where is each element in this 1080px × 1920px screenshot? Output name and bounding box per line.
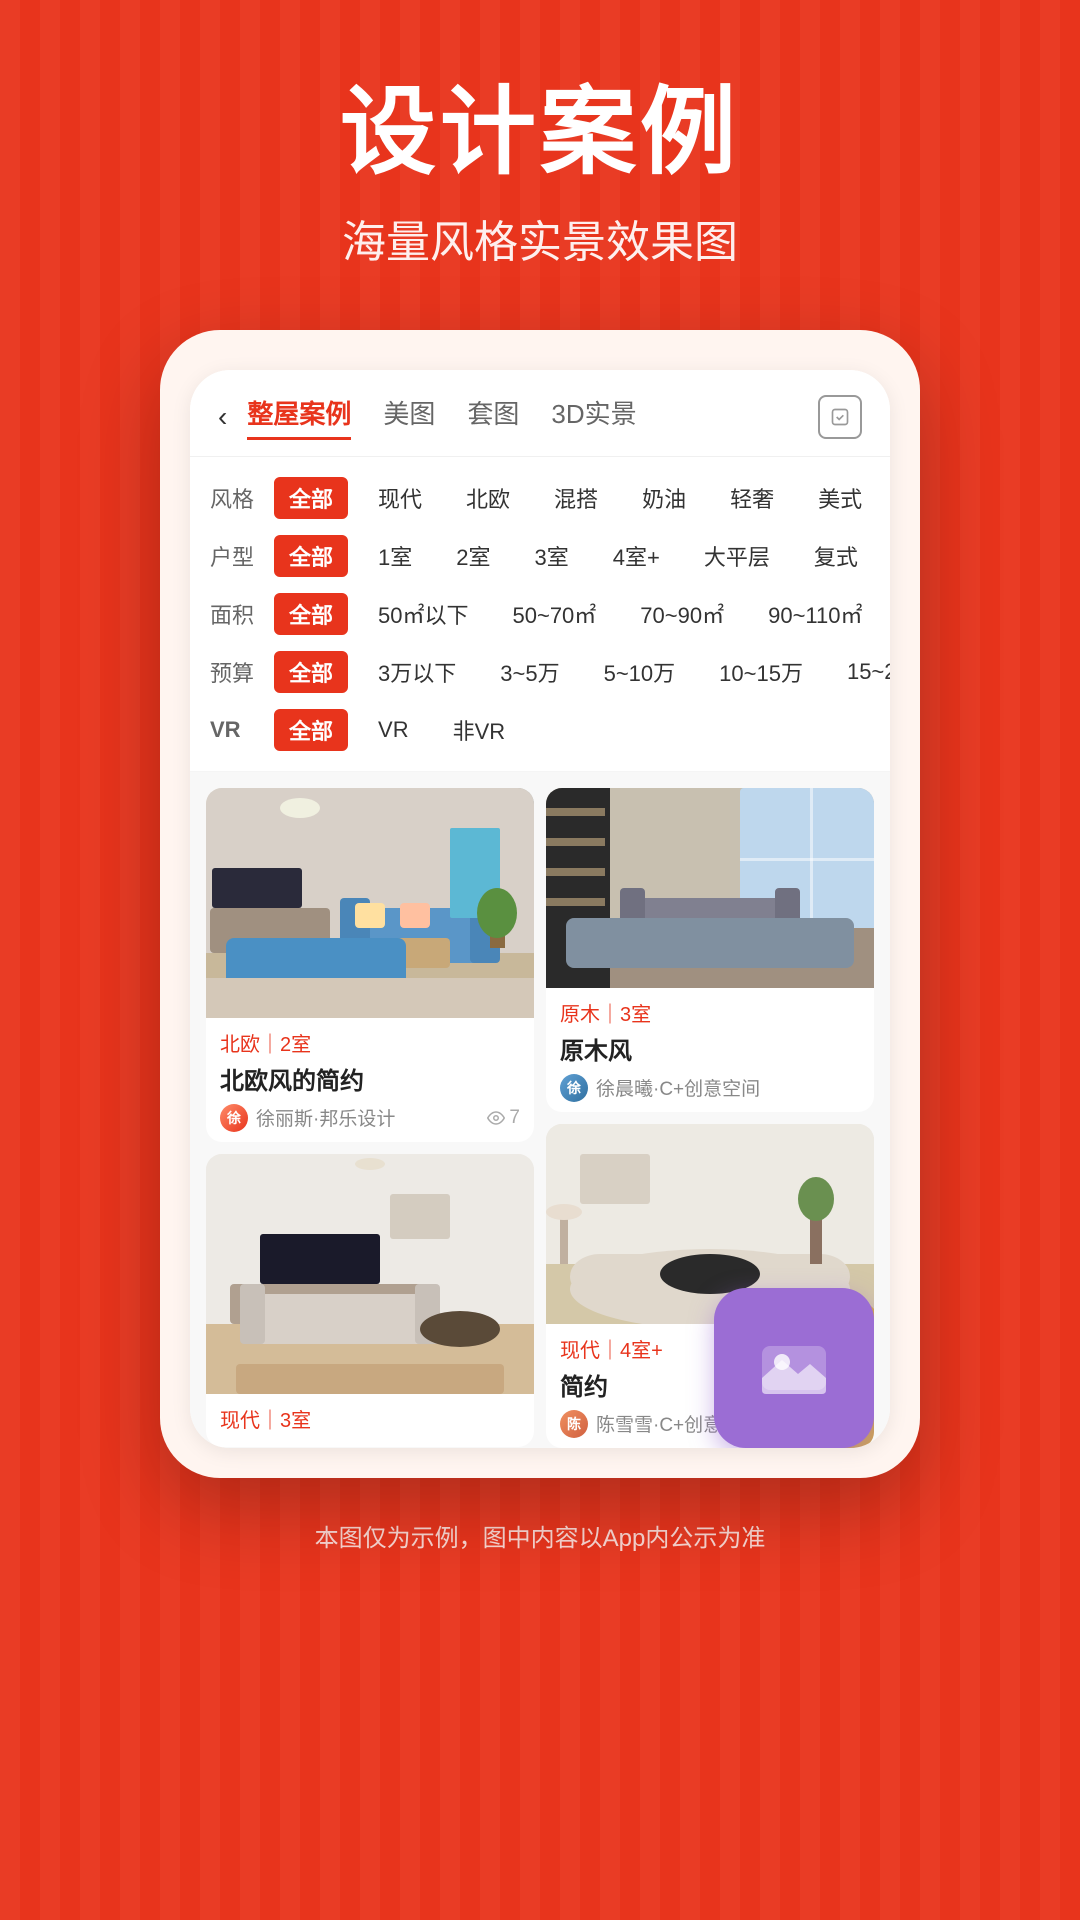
- filter-budget-15plus[interactable]: 15~2…: [833, 655, 890, 689]
- filter-style-cream[interactable]: 奶油: [628, 478, 700, 518]
- nav-tabs: 整屋案例 美图 套图 3D实景: [247, 394, 818, 440]
- author-name-nordic: 徐丽斯·邦乐设计: [256, 1104, 395, 1131]
- author-name-wood: 徐晨曦·C+创意空间: [596, 1074, 760, 1101]
- filter-area-50-70[interactable]: 50~70㎡: [499, 594, 611, 634]
- card-author-nordic: 徐 徐丽斯·邦乐设计: [220, 1104, 395, 1132]
- card-modern-4room[interactable]: 现代｜4室+ 简约 陈 陈雪雪·C+创意空…: [546, 1124, 874, 1448]
- card-image-wood: [546, 788, 874, 988]
- filter-budget-5-10[interactable]: 5~10万: [590, 652, 690, 692]
- card-author-wood: 徐 徐晨曦·C+创意空间: [560, 1074, 760, 1102]
- filter-style-mix[interactable]: 混搭: [540, 478, 612, 518]
- filter-row-roomtype: 户型 全部 1室 2室 3室 4室+ 大平层 复式: [210, 527, 870, 585]
- filter-style-nordic[interactable]: 北欧: [452, 478, 524, 518]
- filter-style-modern[interactable]: 现代: [364, 478, 436, 518]
- save-icon[interactable]: [818, 395, 862, 439]
- card-title-wood: 原木风: [560, 1031, 860, 1066]
- filter-label-style: 风格: [210, 482, 258, 514]
- filter-section: 风格 全部 现代 北欧 混搭 奶油 轻奢 美式 户型 全部 1室 2室 3室 4…: [190, 457, 890, 772]
- filter-style-american[interactable]: 美式: [804, 478, 876, 518]
- back-button[interactable]: ‹: [218, 401, 227, 433]
- filter-vr-all[interactable]: 全部: [274, 709, 348, 751]
- card-modern-3room[interactable]: 现代｜3室: [206, 1154, 534, 1447]
- filter-area-70-90[interactable]: 70~90㎡: [626, 594, 738, 634]
- disclaimer: 本图仅为示例，图中内容以App内公示为准: [315, 1518, 766, 1613]
- filter-budget-10-15[interactable]: 10~15万: [705, 652, 817, 692]
- card-title-nordic: 北欧风的简约: [220, 1061, 520, 1096]
- filter-row-vr: VR 全部 VR 非VR: [210, 701, 870, 759]
- photo-icon-wrap: [684, 1258, 854, 1428]
- card-style-modern3: 现代｜3室: [220, 1404, 520, 1433]
- filter-row-style: 风格 全部 现代 北欧 混搭 奶油 轻奢 美式: [210, 469, 870, 527]
- grid-col-right: 原木｜3室 原木风 徐 徐晨曦·C+创意空间: [546, 788, 874, 1448]
- phone-mockup: ‹ 整屋案例 美图 套图 3D实景 风格: [160, 330, 920, 1478]
- photo-icon: [714, 1288, 874, 1448]
- tab-whole-house[interactable]: 整屋案例: [247, 394, 351, 440]
- card-image-modern3: [206, 1154, 534, 1394]
- filter-budget-3-5[interactable]: 3~5万: [486, 652, 573, 692]
- card-style-nordic: 北欧｜2室: [220, 1028, 520, 1057]
- author-avatar-wood: 徐: [560, 1074, 588, 1102]
- filter-row-budget: 预算 全部 3万以下 3~5万 5~10万 10~15万 15~2…: [210, 643, 870, 701]
- tab-3d[interactable]: 3D实景: [551, 394, 636, 440]
- tab-meitu[interactable]: 美图: [383, 394, 435, 440]
- nav-bar: ‹ 整屋案例 美图 套图 3D实景: [190, 370, 890, 457]
- filter-room-3[interactable]: 3室: [521, 536, 583, 576]
- card-meta-wood: 原木｜3室 原木风 徐 徐晨曦·C+创意空间: [546, 988, 874, 1112]
- filter-room-all[interactable]: 全部: [274, 535, 348, 577]
- sub-title: 海量风格实景效果图: [342, 206, 738, 270]
- filter-label-roomtype: 户型: [210, 540, 258, 572]
- filter-vr-yes[interactable]: VR: [364, 713, 423, 747]
- author-avatar-nordic: 徐: [220, 1104, 248, 1132]
- card-nordic-2room[interactable]: 北欧｜2室 北欧风的简约 徐 徐丽斯·邦乐设计 7: [206, 788, 534, 1142]
- card-author-row-wood: 徐 徐晨曦·C+创意空间: [560, 1074, 860, 1102]
- image-grid: 北欧｜2室 北欧风的简约 徐 徐丽斯·邦乐设计 7: [190, 772, 890, 1448]
- filter-label-area: 面积: [210, 598, 258, 630]
- filter-room-1[interactable]: 1室: [364, 536, 426, 576]
- page-container: 设计案例 海量风格实景效果图 ‹ 整屋案例 美图 套图 3D实景: [0, 0, 1080, 1613]
- author-avatar-modern4: 陈: [560, 1410, 588, 1438]
- filter-style-all[interactable]: 全部: [274, 477, 348, 519]
- filter-area-50[interactable]: 50㎡以下: [364, 594, 482, 634]
- view-number-nordic: 7: [509, 1107, 520, 1129]
- card-wood-3room[interactable]: 原木｜3室 原木风 徐 徐晨曦·C+创意空间: [546, 788, 874, 1112]
- filter-area-all[interactable]: 全部: [274, 593, 348, 635]
- filter-vr-no[interactable]: 非VR: [439, 710, 520, 750]
- filter-room-4plus[interactable]: 4室+: [599, 536, 674, 576]
- card-meta-modern3: 现代｜3室: [206, 1394, 534, 1447]
- filter-row-area: 面积 全部 50㎡以下 50~70㎡ 70~90㎡ 90~110㎡: [210, 585, 870, 643]
- filter-room-2[interactable]: 2室: [442, 536, 504, 576]
- tab-package[interactable]: 套图: [467, 394, 519, 440]
- filter-style-light[interactable]: 轻奢: [716, 478, 788, 518]
- filter-label-vr: VR: [210, 717, 258, 743]
- filter-label-budget: 预算: [210, 656, 258, 688]
- filter-budget-all[interactable]: 全部: [274, 651, 348, 693]
- card-image-nordic: [206, 788, 534, 1018]
- filter-area-90-110[interactable]: 90~110㎡: [754, 594, 876, 634]
- filter-room-flat[interactable]: 大平层: [690, 536, 784, 576]
- card-author-row-nordic: 徐 徐丽斯·邦乐设计 7: [220, 1104, 520, 1132]
- main-title: 设计案例: [340, 80, 740, 186]
- app-screen: ‹ 整屋案例 美图 套图 3D实景 风格: [190, 370, 890, 1448]
- filter-budget-3[interactable]: 3万以下: [364, 652, 470, 692]
- grid-col-left: 北欧｜2室 北欧风的简约 徐 徐丽斯·邦乐设计 7: [206, 788, 534, 1448]
- card-style-wood: 原木｜3室: [560, 998, 860, 1027]
- card-meta-nordic: 北欧｜2室 北欧风的简约 徐 徐丽斯·邦乐设计 7: [206, 1018, 534, 1142]
- view-count-nordic: 7: [487, 1107, 520, 1129]
- filter-room-duplex[interactable]: 复式: [800, 536, 872, 576]
